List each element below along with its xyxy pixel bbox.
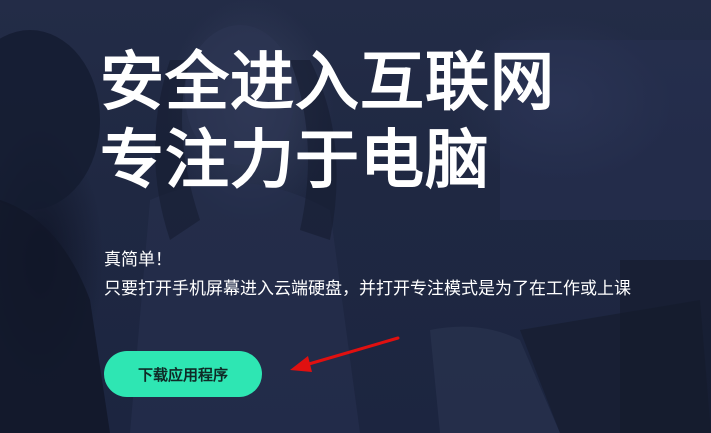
headline-line-2: 专注力于电脑 [100,124,490,198]
hero-section: 安全进入互联网 专注力于电脑 真简单！ 只要打开手机屏幕进入云端硬盘，并打开专注… [0,0,711,433]
download-app-button[interactable]: 下载应用程序 [104,351,262,397]
headline-line-1: 安全进入互联网 [100,46,555,120]
red-arrow-icon [290,336,400,372]
headline: 安全进入互联网 专注力于电脑 [100,44,555,200]
description-line-2: 只要打开手机屏幕进入云端硬盘，并打开专注模式是为了在工作或上课 [104,279,631,299]
description: 真简单！ 只要打开手机屏幕进入云端硬盘，并打开专注模式是为了在工作或上课 [104,246,631,304]
description-line-1: 真简单！ [104,250,172,270]
